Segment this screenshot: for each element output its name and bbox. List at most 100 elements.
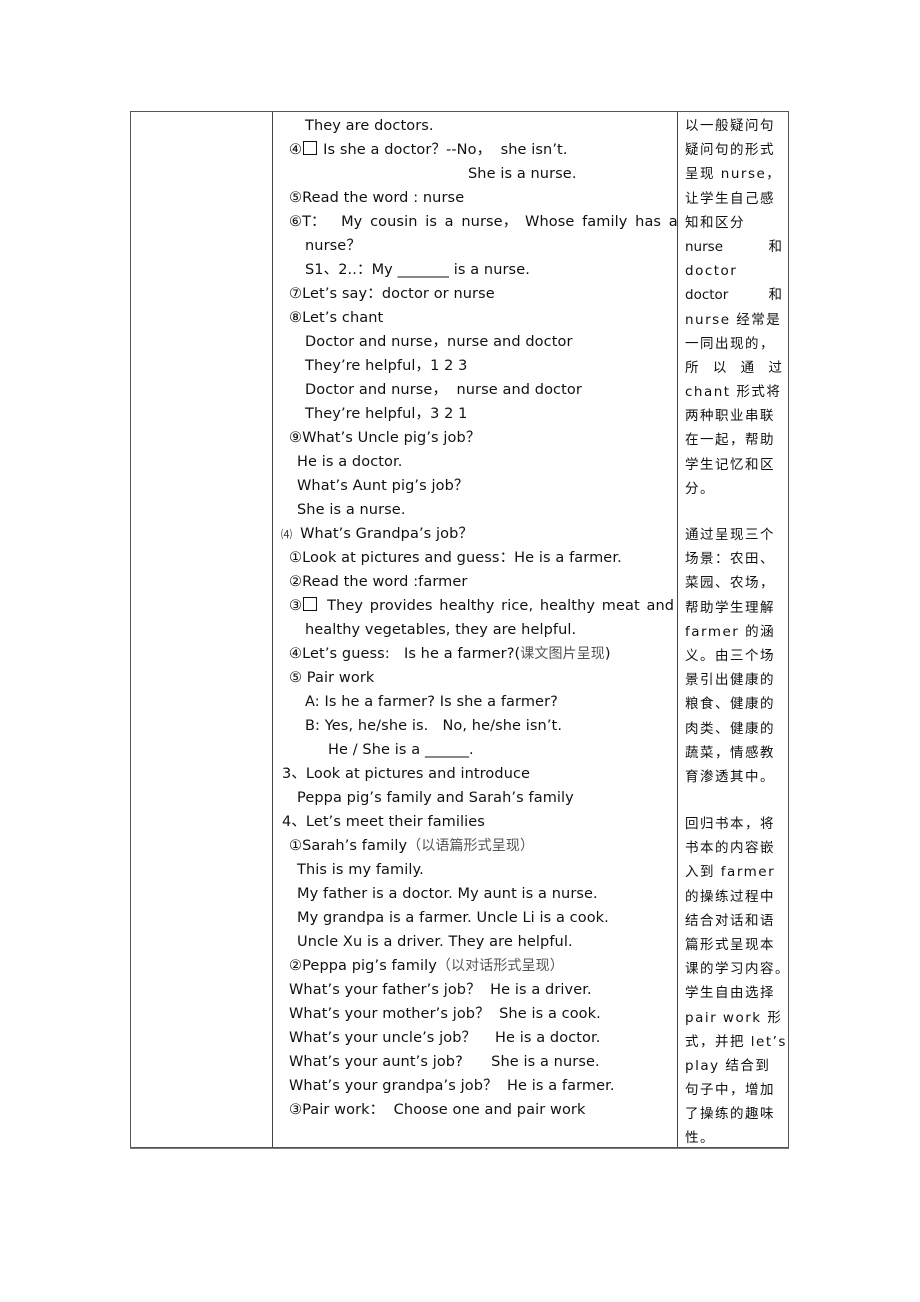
left-empty-cell bbox=[131, 112, 272, 1147]
note-line: 句子中，增加 bbox=[685, 1082, 775, 1099]
note-line: 学生记忆和区 bbox=[685, 456, 775, 473]
text-line: healthy vegetables, they are helpful. bbox=[305, 622, 577, 638]
text-line: He / She is a ______. bbox=[328, 742, 474, 758]
note-line: 学生自由选择 bbox=[685, 985, 775, 1002]
note-line: 疑问句的形式 bbox=[685, 142, 775, 159]
text-span: They provides healthy rice, healthy meat… bbox=[327, 598, 675, 614]
note-line: 一同出现的， bbox=[685, 335, 775, 352]
text-line: What’s your uncle’s job？ He is a doctor. bbox=[289, 1030, 601, 1046]
text-line: This is my family. bbox=[297, 862, 424, 878]
note-word: 过 bbox=[768, 359, 782, 376]
notes-block-farmer: 通过呈现三个 场景：农田、 菜园、农场， 帮助学生理解 farmer 的涵 义。由三个场景… bbox=[685, 523, 782, 789]
text-span: Is she a doctor？--No， she isn’t. bbox=[323, 142, 568, 158]
note-line: chant 形式将 bbox=[685, 384, 782, 401]
notes-block-families: 回归书本，将 书本的内容嵌 入到 farmer 的操练过程中 结合对话和语 篇形式呈现本课… bbox=[685, 812, 790, 1151]
text-line: ⑤ Pair work bbox=[289, 670, 375, 686]
note-word: doctor bbox=[685, 287, 729, 304]
text-line: My father is a doctor. My aunt is a nurs… bbox=[297, 886, 598, 902]
note-line: 肉类、健康的 bbox=[685, 720, 775, 737]
chinese-note: 课文图片呈现 bbox=[520, 646, 605, 662]
text-line: ⑤Read the word : nurse bbox=[289, 190, 465, 206]
text-line: ③Pair work： Choose one and pair work bbox=[289, 1102, 586, 1118]
note-line: 分。 bbox=[685, 480, 715, 497]
section-number: ⑷ bbox=[281, 528, 293, 541]
note-line: 通过呈现三个 bbox=[685, 527, 775, 543]
checkbox-icon bbox=[303, 597, 318, 611]
note-line: 回归书本，将 bbox=[685, 816, 775, 832]
note-line: 育渗透其中。 bbox=[685, 768, 775, 785]
note-line: play 结合到 bbox=[685, 1057, 771, 1074]
step-number: ④ bbox=[289, 142, 303, 158]
text-line: ⑦Let’s say：doctor or nurse bbox=[289, 286, 495, 302]
notes-block-nurse-doctor: 以一般疑问句 疑问句的形式 呈现 nurse， 让学生自己感 知和区分 nurse 和 doc… bbox=[685, 114, 782, 501]
note-word: 所 bbox=[685, 359, 699, 376]
note-word: 和 bbox=[768, 287, 783, 304]
text-line: nurse？ bbox=[305, 238, 361, 254]
note-line: 式，并把 let’s bbox=[685, 1033, 787, 1050]
text-line: B: Yes, he/she is. No, he/she isn’t. bbox=[305, 718, 563, 734]
text-line: Doctor and nurse，nurse and doctor bbox=[305, 334, 573, 350]
text-line: They’re helpful，3 2 1 bbox=[305, 406, 468, 422]
text-line: Uncle Xu is a driver. They are helpful. bbox=[297, 934, 573, 950]
text-line: She is a nurse. bbox=[297, 502, 406, 518]
note-line: 结合对话和语 bbox=[685, 912, 775, 929]
note-line: pair work 形 bbox=[685, 1009, 783, 1026]
text-line: My grandpa is a farmer. Uncle Li is a co… bbox=[297, 910, 609, 926]
lesson-plan-table: They are doctors. ④ Is she a doctor？--No，… bbox=[130, 111, 790, 1151]
note-word: 以 bbox=[712, 359, 727, 376]
text-line: Peppa pig’s family and Sarah’s family bbox=[297, 790, 574, 806]
note-line: 知和区分 bbox=[685, 214, 745, 231]
checkbox-icon bbox=[303, 141, 318, 155]
text-line: S1、2..：My _______ is a nurse. bbox=[305, 262, 530, 278]
text-span: ②Peppa pig’s family bbox=[289, 958, 437, 974]
note-line: 粮食、健康的 bbox=[685, 696, 775, 713]
text-line: ⑥T： My cousin is a nurse， Whose family h… bbox=[289, 214, 678, 230]
note-line: 帮助学生理解 bbox=[685, 599, 775, 616]
note-line: doctor 和 bbox=[685, 283, 782, 307]
note-line: 场景：农田、 bbox=[685, 551, 775, 568]
note-line: doctor bbox=[685, 263, 738, 280]
text-line: ④ Is she a doctor？--No， she isn’t. bbox=[289, 138, 568, 162]
text-line: ①Sarah’s family（以语篇形式呈现） bbox=[289, 834, 534, 858]
text-span: What’s Grandpa’s job？ bbox=[300, 526, 474, 542]
column-divider bbox=[272, 112, 273, 1147]
note-line: 入到 farmer bbox=[685, 864, 776, 881]
note-line: 书本的内容嵌 bbox=[685, 840, 775, 857]
text-line: ④Let’s guess: Is he a farmer?(课文图片呈现) bbox=[289, 642, 611, 666]
text-line: ③ They provides healthy rice, healthy mea… bbox=[289, 594, 674, 618]
text-line: What’s Aunt pig’s job？ bbox=[297, 478, 469, 494]
text-span: ) bbox=[604, 646, 611, 662]
step-number: ③ bbox=[289, 598, 303, 614]
text-line: ①Look at pictures and guess：He is a farm… bbox=[289, 550, 622, 566]
note-line: 蔬菜，情感教 bbox=[685, 744, 775, 761]
note-line: 呈现 nurse， bbox=[685, 166, 782, 183]
text-line: He is a doctor. bbox=[297, 454, 403, 470]
text-line: 3、Look at pictures and introduce bbox=[282, 766, 531, 782]
text-span: ①Sarah’s family bbox=[289, 838, 408, 854]
note-line: 两种职业串联 bbox=[685, 408, 775, 425]
chinese-note: （以对话形式呈现） bbox=[436, 958, 564, 974]
note-line: nurse 经常是 bbox=[685, 311, 782, 328]
text-line: They are doctors. bbox=[305, 118, 434, 134]
note-word: nurse bbox=[685, 238, 724, 255]
note-line: 让学生自己感 bbox=[685, 190, 775, 207]
note-word: 和 bbox=[768, 238, 783, 255]
text-line: ⑷ What’s Grandpa’s job？ bbox=[281, 522, 473, 547]
note-line: nurse 和 bbox=[685, 235, 782, 259]
note-line: farmer 的涵 bbox=[685, 623, 776, 640]
text-line: What’s your grandpa’s job？ He is a farme… bbox=[289, 1078, 615, 1094]
text-line: She is a nurse. bbox=[468, 166, 577, 182]
note-line: 菜园、农场， bbox=[685, 575, 775, 592]
text-line: ②Read the word :farmer bbox=[289, 574, 468, 590]
note-line: 义。由三个场 bbox=[685, 647, 775, 664]
note-line: 课的学习内容。 bbox=[685, 961, 790, 978]
note-line: 性。 bbox=[685, 1130, 715, 1147]
text-line: ②Peppa pig’s family（以对话形式呈现） bbox=[289, 954, 564, 978]
chinese-note: （以语篇形式呈现） bbox=[407, 838, 535, 854]
text-line: Doctor and nurse， nurse and doctor bbox=[305, 382, 582, 398]
note-line: 景引出健康的 bbox=[685, 672, 775, 689]
column-divider bbox=[677, 112, 678, 1147]
note-line: 了操练的趣味 bbox=[685, 1106, 775, 1123]
note-line: 的操练过程中 bbox=[685, 888, 775, 905]
text-line: They’re helpful，1 2 3 bbox=[305, 358, 468, 374]
